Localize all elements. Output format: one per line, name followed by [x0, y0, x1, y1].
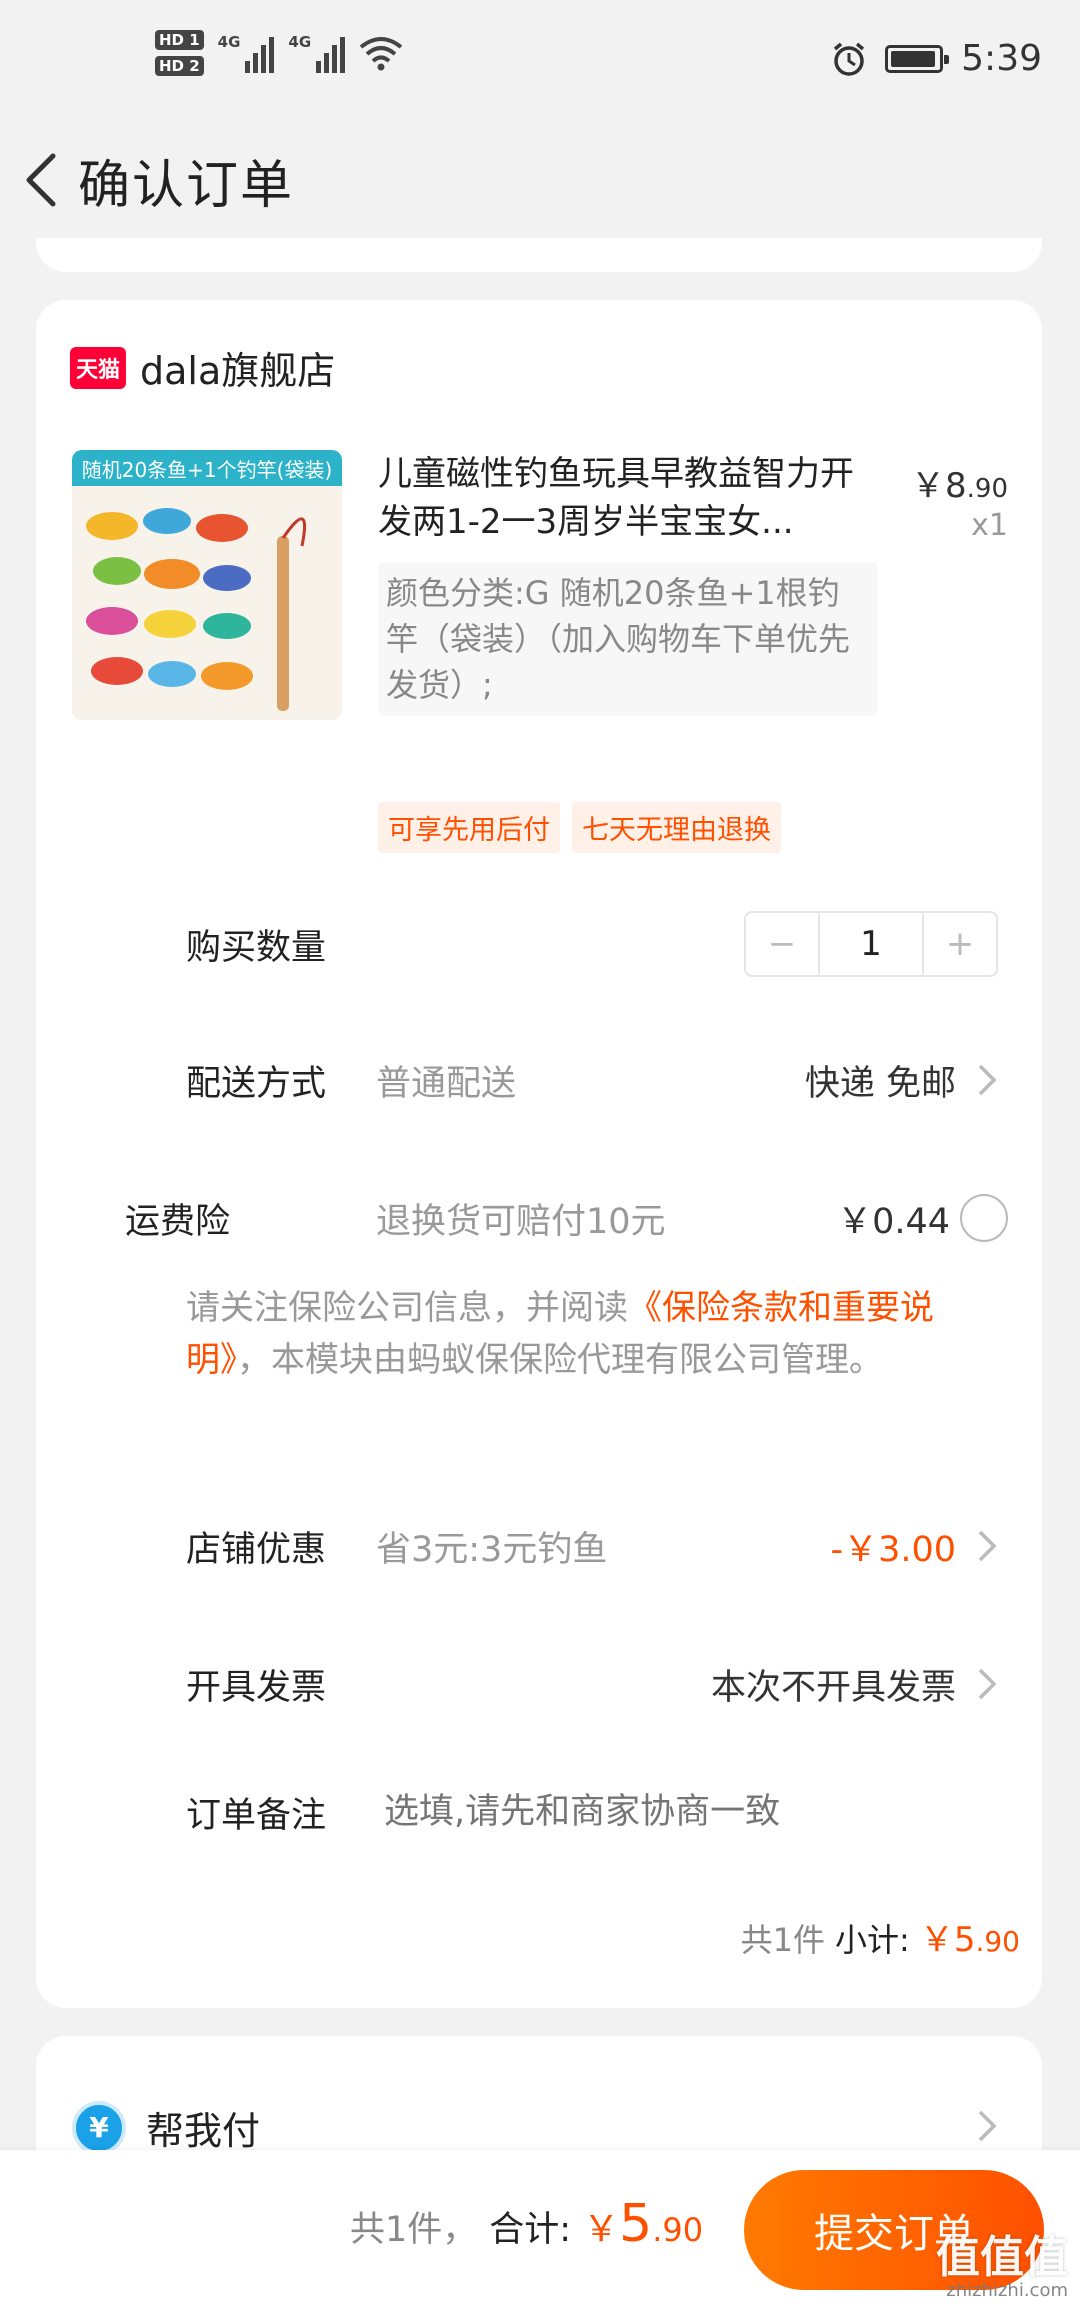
chevron-right-icon [978, 1064, 997, 1096]
pay-for-me-label: 帮我付 [146, 2109, 261, 2153]
fishing-toy-illustration [72, 486, 342, 720]
total-amount: ￥5.90 [583, 2194, 704, 2254]
product-spec: 颜色分类:G 随机20条鱼+1根钓竿（袋装）（加入购物车下单优先发货）; [378, 562, 878, 716]
shipping-insurance-price: ￥0.44 [837, 1201, 950, 1242]
chevron-right-icon [978, 2110, 997, 2142]
chevron-right-icon [978, 1668, 997, 1700]
pay-for-me-row: ¥ 帮我付 [72, 2100, 260, 2155]
remark-row: 订单备注 [36, 1762, 1042, 1862]
shipping-insurance-radio[interactable] [960, 1194, 1008, 1242]
product-title[interactable]: 儿童磁性钓鱼玩具早教益智力开发两1-2一3周岁半宝宝女... [378, 450, 878, 546]
total: 共1件， 合计: ￥5.90 [350, 2194, 703, 2254]
quantity-stepper: − 1 + [744, 911, 998, 977]
yuan-coin-icon: ¥ [72, 2100, 126, 2155]
remark-label: 订单备注 [186, 1795, 327, 1836]
delivery-label: 配送方式 [186, 1063, 327, 1104]
shop-discount-label: 店铺优惠 [186, 1529, 327, 1570]
product-image-banner: 随机20条鱼+1个钓竿(袋装) [72, 450, 342, 486]
delivery-row[interactable]: 配送方式 普通配送 快递 免邮 [36, 1030, 1042, 1130]
tmall-logo-icon: 天猫 [70, 346, 126, 389]
watermark-logo: 值值值 zhizhizhi.com [936, 2232, 1068, 2302]
delivery-method: 普通配送 [376, 1063, 517, 1104]
status-left: HD 1 HD 2 4G 4G [155, 30, 403, 76]
sim1-hd-icon: HD 1 [155, 30, 204, 50]
quantity-plus-button[interactable]: + [924, 913, 996, 975]
invoice-value: 本次不开具发票 [710, 1667, 956, 1708]
delivery-value: 快递 免邮 [804, 1063, 956, 1104]
shipping-insurance-label: 运费险 [124, 1201, 230, 1242]
subtotal-label: 小计: [835, 1921, 910, 1959]
quantity-row: 购买数量 − 1 + [36, 894, 1042, 994]
subtotal: 共1件 小计: ￥5.90 [741, 1912, 1020, 1961]
shop-discount-value: -￥3.00 [830, 1529, 956, 1570]
wifi-icon [359, 37, 403, 71]
battery-icon [885, 44, 950, 73]
shipping-insurance-desc: 退换货可赔付10元 [376, 1201, 666, 1242]
remark-input[interactable] [384, 1792, 944, 1832]
signal1-icon: 4G [218, 33, 275, 73]
invoice-row[interactable]: 开具发票 本次不开具发票 [36, 1634, 1042, 1734]
status-time: 5:39 [961, 38, 1042, 79]
checkout-bar: 共1件， 合计: ￥5.90 提交订单 值值值 zhizhizhi.com [0, 2150, 1080, 2310]
status-bar: HD 1 HD 2 4G 4G 5:39 [0, 0, 1080, 120]
quantity-value[interactable]: 1 [818, 913, 924, 975]
tag-7day-return: 七天无理由退换 [572, 802, 781, 853]
status-right: 5:39 [831, 38, 1042, 79]
total-label: 合计: [489, 2210, 572, 2250]
sim2-hd-icon: HD 2 [155, 56, 204, 76]
product-quantity: x1 [971, 508, 1008, 543]
address-card-bottom [36, 238, 1042, 272]
shop-name: dala旗舰店 [140, 349, 336, 393]
order-card: 天猫 dala旗舰店 随机20条鱼+1个钓竿(袋装) 儿童磁性钓鱼玩具早教益智力… [36, 300, 1042, 2008]
subtotal-count: 共1件 [740, 1921, 826, 1959]
quantity-minus-button[interactable]: − [746, 913, 818, 975]
page-title: 确认订单 [78, 155, 295, 216]
total-count: 共1件， [350, 2210, 478, 2250]
quantity-label: 购买数量 [186, 927, 327, 968]
chevron-right-icon [978, 1530, 997, 1562]
product-tags: 可享先用后付 七天无理由退换 [378, 802, 781, 853]
shop-discount-row[interactable]: 店铺优惠 省3元:3元钓鱼 -￥3.00 [36, 1496, 1042, 1596]
product-price: ￥8.90 [911, 466, 1008, 506]
tag-pay-later: 可享先用后付 [378, 802, 560, 853]
shipping-insurance-row: 运费险 退换货可赔付10元 ￥0.44 [36, 1168, 1042, 1268]
subtotal-amount: ￥5.90 [919, 1920, 1020, 1960]
product-image[interactable]: 随机20条鱼+1个钓竿(袋装) [72, 450, 342, 720]
back-button[interactable] [10, 150, 70, 210]
alarm-icon [834, 42, 865, 76]
invoice-label: 开具发票 [186, 1667, 327, 1708]
insurance-notice: 请关注保险公司信息，并阅读《保险条款和重要说明》，本模块由蚂蚁保保险代理有限公司… [186, 1288, 934, 1380]
back-arrow-icon [26, 153, 56, 207]
shop-header[interactable]: 天猫 dala旗舰店 [70, 340, 335, 395]
shop-discount-desc: 省3元:3元钓鱼 [376, 1529, 608, 1570]
page-header: 确认订单 [0, 120, 1080, 240]
sim-indicators: HD 1 HD 2 [155, 30, 204, 76]
signal2-icon: 4G [288, 33, 346, 73]
